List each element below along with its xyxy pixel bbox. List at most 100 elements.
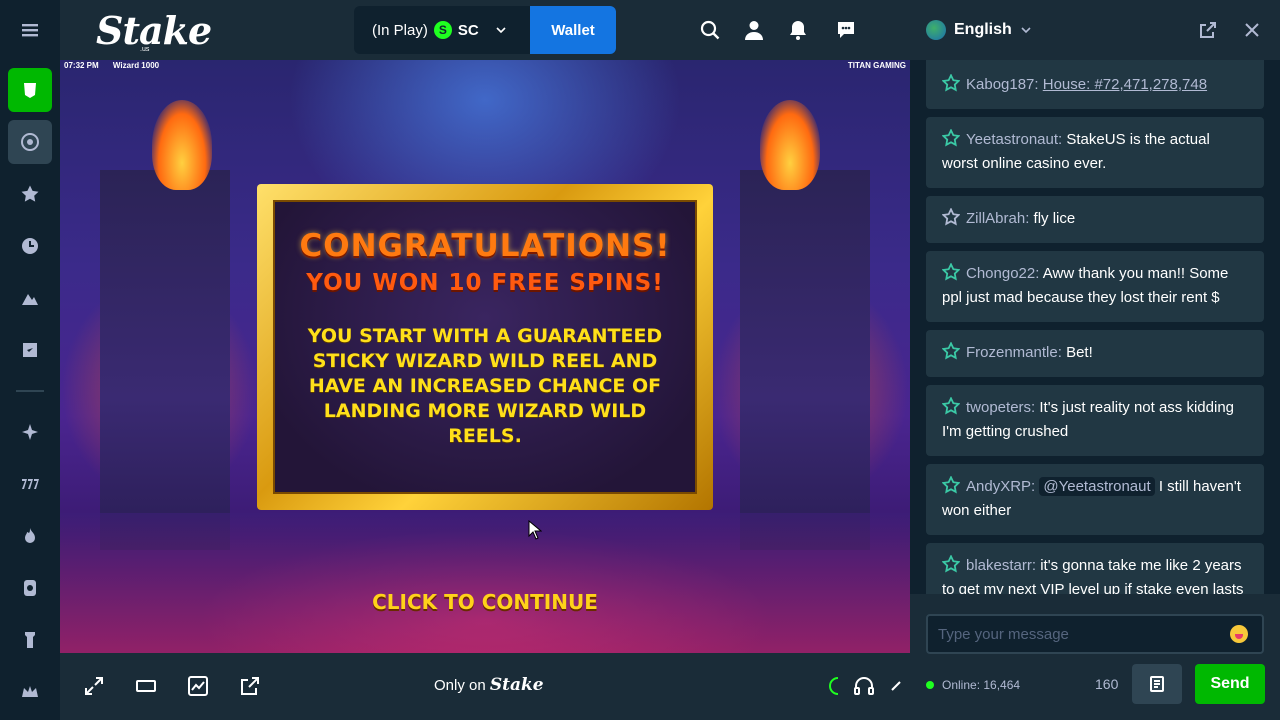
fairness-leaf-icon[interactable] [824,674,848,698]
game-controls-bar: Only on Stake [60,653,910,720]
challenges-mountain-icon[interactable] [8,276,52,320]
game-name: Wizard 1000 [112,61,160,70]
document-icon [1150,676,1164,692]
game-shows-icon[interactable] [8,618,52,662]
free-spins-popup[interactable]: CONGRATULATIONS! YOU WON 10 FREE SPINS! … [257,184,713,510]
online-status: Online: 16,464 [926,678,1020,692]
right-pillar [740,170,870,550]
star-outline-icon [942,208,960,226]
chat-username[interactable]: ZillAbrah [966,210,1025,227]
slots-777-icon[interactable] [8,462,52,506]
click-to-continue[interactable]: CLICK TO CONTINUE [60,590,910,614]
chat-rules-button[interactable] [1132,664,1182,704]
only-on-stake: Only on Stake [434,675,544,695]
chat-username[interactable]: Chongo22 [966,265,1035,282]
chat-house-link[interactable]: House: #72,471,278,748 [1043,76,1207,93]
casino-icon[interactable] [8,68,52,112]
chat-text: Bet! [1066,344,1093,361]
popup-body: YOU START WITH A GUARANTEED STICKY WIZAR… [307,325,663,447]
online-count: Online: 16,464 [942,678,1021,692]
chat-username[interactable]: AndyXRP [966,478,1031,495]
chat-message: Yeetastronaut: StakeUS is the actual wor… [926,117,1264,188]
fullscreen-icon[interactable] [82,674,106,698]
chat-username[interactable]: Frozenmantle [966,344,1058,361]
chat-message-input[interactable] [926,614,1264,654]
chevron-down-icon [1021,27,1031,34]
sweeps-coin-icon: S [433,21,452,39]
chat-icon[interactable] [835,19,857,41]
recent-clock-icon[interactable] [8,224,52,268]
bell-icon[interactable] [787,19,809,41]
chat-footer: Online: 16,464 160 Send [910,594,1280,720]
left-torch-flame [152,100,212,190]
popout-icon[interactable] [238,674,262,698]
vip-star-icon [942,476,960,494]
vip-crown-icon[interactable] [8,670,52,714]
chat-username[interactable]: Yeetastronaut [966,131,1058,148]
stake-logo[interactable]: Stake [96,8,212,53]
user-icon[interactable] [743,19,765,41]
only-on-brand: Stake [489,675,544,695]
left-sidebar [0,0,60,720]
top-bar: Stake .us (In Play) S SC Wallet [60,0,910,60]
left-pillar [100,170,230,550]
search-icon[interactable] [699,19,721,41]
theatre-mode-icon[interactable] [134,674,158,698]
chat-message: ZillAbrah: fly lice [926,196,1264,243]
game-time: 07:32 PM [64,61,99,70]
emoji-icon[interactable] [1230,625,1248,643]
expand-corner-icon[interactable] [884,674,901,698]
chat-message: blakestarr: it's gonna take me like 2 ye… [926,543,1264,594]
game-canvas[interactable]: 07:32 PM Wizard 1000 TITAN GAMING CONGRA… [60,60,910,653]
balance-selector[interactable]: (In Play) S SC [354,6,530,54]
globe-icon [926,20,946,40]
language-selector[interactable]: English [926,20,1032,40]
chat-header: English [910,0,1280,60]
bets-ticket-icon[interactable] [8,328,52,372]
chat-username[interactable]: twopeters [966,399,1031,416]
originals-sparkle-icon[interactable] [8,410,52,454]
headset-support-icon[interactable] [852,674,876,698]
chat-message: Kabog187: House: #72,471,278,748 [926,60,1264,109]
vip-star-icon [942,342,960,360]
chat-messages[interactable]: Kabog187: House: #72,471,278,748 Yeetast… [926,60,1264,594]
menu-icon[interactable] [8,8,52,52]
online-dot-icon [926,681,934,689]
chat-username[interactable]: Kabog187 [966,76,1034,93]
chevron-down-icon [496,27,506,34]
chat-panel: English Kabog187: House: #72,471,278,748… [910,0,1280,720]
wallet-button[interactable]: Wallet [530,6,616,54]
vip-star-icon [942,263,960,281]
close-icon[interactable] [1242,20,1262,40]
only-on-label: Only on [434,677,486,694]
vip-star-icon [942,397,960,415]
right-torch-flame [760,100,820,190]
chat-message: twopeters: It's just reality not ass kid… [926,385,1264,456]
popup-title: CONGRATULATIONS! [299,228,671,264]
logo-suffix: .us [140,46,150,53]
chat-mention[interactable]: @Yeetastronaut [1039,477,1155,496]
vip-star-icon [942,129,960,147]
live-casino-icon[interactable] [8,566,52,610]
sidebar-divider [16,390,44,392]
send-button[interactable]: Send [1195,664,1265,704]
popup-subtitle: YOU WON 10 FREE SPINS! [306,270,664,296]
vip-star-icon [942,74,960,92]
currency-label: SC [457,21,479,39]
stats-chart-icon[interactable] [186,674,210,698]
char-count: 160 [1095,676,1119,692]
castle-floor [60,513,910,653]
chat-message: AndyXRP: @Yeetastronaut I still haven't … [926,464,1264,535]
popout-chat-icon[interactable] [1198,20,1218,40]
game-hud-left: 07:32 PM Wizard 1000 [64,61,171,70]
favourites-star-icon[interactable] [8,172,52,216]
language-label: English [954,21,1012,38]
chat-text: fly lice [1033,210,1076,227]
mouse-cursor-icon [528,520,542,540]
hot-flame-icon[interactable] [8,514,52,558]
chat-message: Chongo22: Aww thank you man!! Some ppl j… [926,251,1264,322]
sports-icon[interactable] [8,120,52,164]
game-provider: TITAN GAMING [847,61,906,70]
vip-star-icon [942,555,960,573]
chat-username[interactable]: blakestarr [966,557,1032,574]
